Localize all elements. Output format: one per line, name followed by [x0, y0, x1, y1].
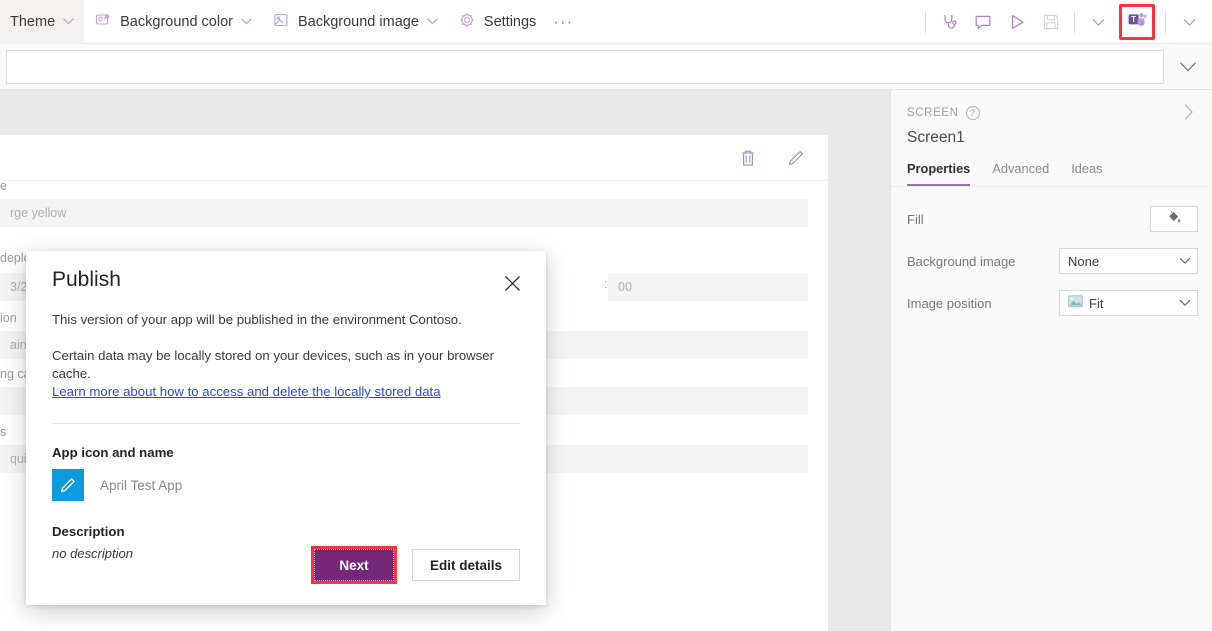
tab-advanced[interactable]: Advanced	[992, 161, 1049, 186]
fill-color-picker-button[interactable]	[1150, 206, 1198, 232]
property-row-fill: Fill	[907, 203, 1198, 235]
save-icon[interactable]	[1034, 5, 1068, 39]
properties-panel-kicker-label: SCREEN	[907, 107, 959, 119]
gear-icon	[458, 11, 476, 33]
publish-to-teams-button[interactable]: T	[1119, 4, 1155, 40]
canvas-field-label: e	[0, 179, 7, 193]
publish-options-caret-icon[interactable]	[1172, 5, 1206, 39]
canvas-field-label: ion	[0, 311, 17, 325]
image-position-dropdown[interactable]: Fit	[1059, 290, 1198, 316]
time-minutes-value: 00	[618, 280, 632, 294]
toolbar-item-settings-label: Settings	[483, 13, 537, 30]
canvas-field-value: rge yellow	[10, 206, 67, 220]
svg-text:T: T	[1131, 15, 1136, 24]
canvas-header	[0, 135, 828, 181]
toolbar-overflow-button[interactable]: ···	[546, 0, 580, 44]
toolbar-right-group: T	[919, 0, 1206, 44]
app-identity-row: April Test App	[52, 469, 520, 502]
teams-icon: T	[1126, 9, 1148, 36]
app-icon-and-name-label: App icon and name	[52, 445, 174, 461]
chevron-down-icon	[427, 18, 438, 25]
time-minutes-field[interactable]: 00	[608, 273, 808, 301]
properties-panel-title: Screen1	[907, 129, 965, 146]
property-row-background-image: Background image None	[907, 245, 1198, 277]
canvas-field-row[interactable]: e rge yellow	[0, 179, 808, 227]
comments-icon[interactable]	[966, 5, 1000, 39]
chevron-down-icon	[1179, 257, 1191, 265]
canvas-field-box[interactable]: rge yellow	[0, 199, 808, 227]
learn-more-link[interactable]: Learn more about how to access and delet…	[52, 384, 441, 399]
properties-panel: SCREEN ? Screen1 Properties Advanced Ide…	[890, 90, 1212, 631]
canvas-field-label: s	[0, 425, 7, 439]
background-image-dropdown-value: None	[1068, 253, 1100, 269]
collapse-panel-chevron-right-icon[interactable]	[1178, 102, 1198, 122]
chevron-down-icon	[63, 18, 74, 25]
toolbar-item-theme[interactable]: Theme	[0, 0, 85, 44]
properties-panel-body: Fill Background image None Image positio…	[891, 187, 1212, 319]
publish-dialog-actions: Next Edit details	[311, 546, 520, 584]
publish-dialog: Publish This version of your app will be…	[26, 251, 546, 605]
property-label-image-position: Image position	[907, 295, 992, 311]
pencil-app-icon[interactable]	[52, 469, 84, 502]
properties-panel-header: SCREEN ? Screen1	[891, 90, 1212, 147]
toolbar-item-background-color-label: Background color	[120, 13, 233, 30]
tab-ideas[interactable]: Ideas	[1071, 161, 1102, 186]
background-color-icon	[94, 11, 112, 33]
chevron-down-icon	[241, 18, 252, 25]
save-options-caret-icon[interactable]	[1081, 5, 1115, 39]
toolbar-item-settings[interactable]: Settings	[448, 0, 546, 44]
formula-bar	[0, 44, 1212, 90]
image-position-dropdown-value: Fit	[1089, 295, 1104, 311]
publish-dialog-title: Publish	[52, 268, 121, 291]
time-separator: :	[604, 277, 608, 291]
description-label: Description	[52, 524, 125, 540]
toolbar-divider	[1165, 11, 1166, 33]
next-button[interactable]: Next	[311, 546, 397, 584]
property-label-fill: Fill	[907, 211, 924, 227]
publish-dialog-paragraph-2: Certain data may be locally stored on yo…	[52, 347, 494, 381]
publish-dialog-divider	[52, 423, 520, 425]
edit-details-button[interactable]: Edit details	[412, 549, 520, 581]
toolbar-left-group: Theme Background color Background image …	[0, 0, 580, 44]
publish-dialog-paragraph-1: This version of your app will be publish…	[52, 312, 462, 327]
help-icon[interactable]: ?	[965, 106, 980, 120]
edit-icon[interactable]	[784, 146, 808, 170]
toolbar-divider	[1074, 11, 1075, 33]
properties-panel-kicker: SCREEN ?	[907, 106, 1196, 120]
toolbar-item-theme-label: Theme	[10, 13, 56, 30]
app-checker-icon[interactable]	[932, 5, 966, 39]
formula-expand-chevron-down-icon[interactable]	[1164, 45, 1212, 89]
app-name: April Test App	[100, 477, 183, 493]
toolbar-item-background-image[interactable]: Background image	[262, 0, 448, 44]
background-image-dropdown[interactable]: None	[1059, 248, 1198, 274]
tab-properties[interactable]: Properties	[907, 161, 971, 186]
preview-app-icon[interactable]	[1000, 5, 1034, 39]
toolbar-item-background-image-label: Background image	[297, 13, 419, 30]
toolbar-divider	[925, 11, 926, 33]
publish-dialog-content: Publish This version of your app will be…	[26, 251, 546, 605]
toolbar-item-background-color[interactable]: Background color	[84, 0, 262, 44]
property-row-image-position: Image position Fit	[907, 287, 1198, 319]
properties-panel-tabs: Properties Advanced Ideas	[891, 147, 1212, 187]
formula-input[interactable]	[6, 49, 1164, 84]
background-image-icon	[272, 11, 290, 33]
image-icon	[1068, 295, 1083, 311]
delete-icon[interactable]	[736, 146, 760, 170]
close-icon[interactable]	[498, 269, 526, 297]
top-command-bar: Theme Background color Background image …	[0, 0, 1212, 44]
paint-bucket-icon	[1166, 209, 1182, 230]
chevron-down-icon	[1179, 299, 1191, 307]
property-label-background-image: Background image	[907, 253, 1016, 269]
